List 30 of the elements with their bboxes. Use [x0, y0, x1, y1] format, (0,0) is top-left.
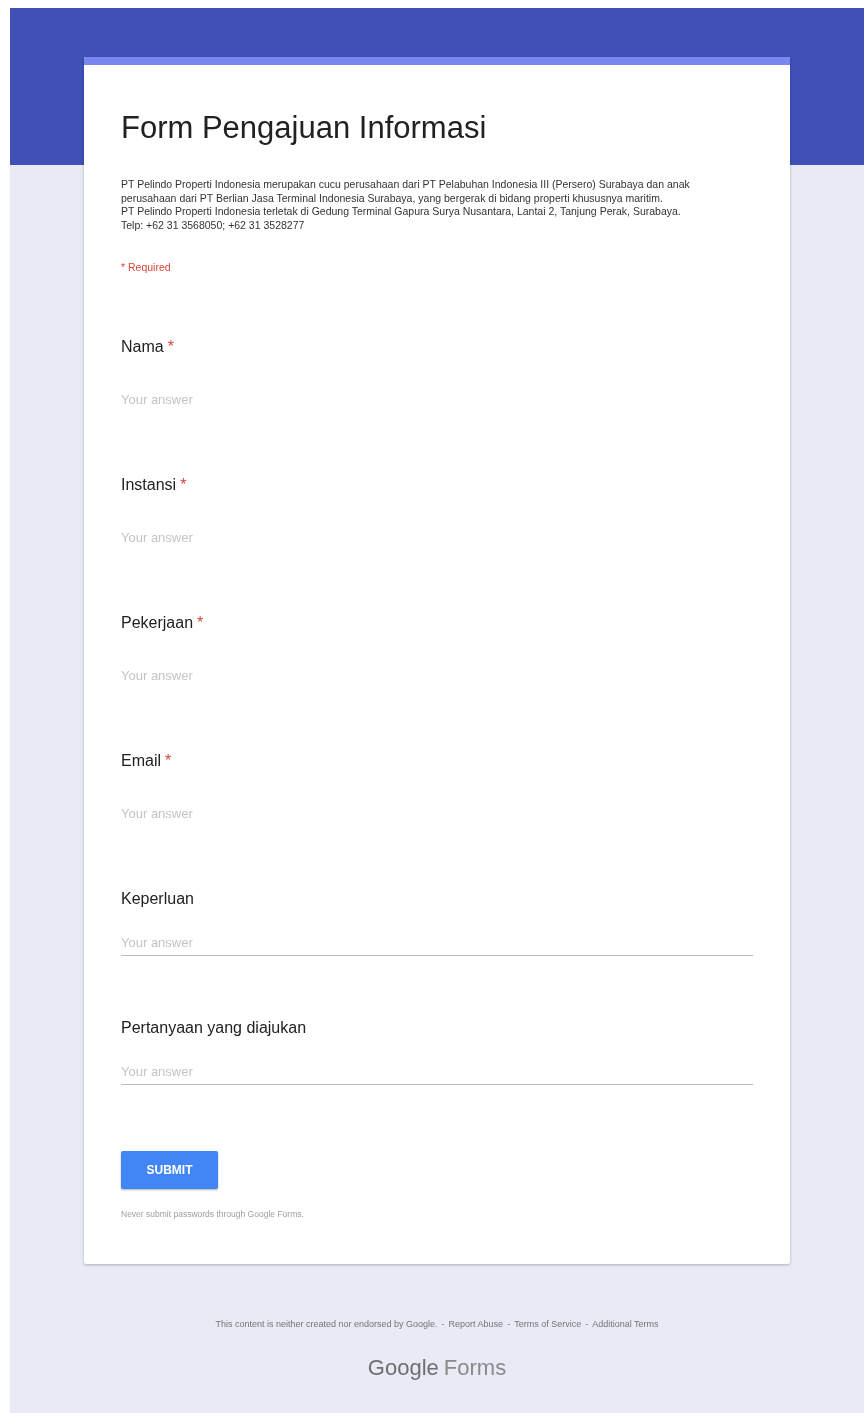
password-note: Never submit passwords through Google Forms.	[121, 1209, 305, 1219]
answer-field[interactable]: Your answer	[121, 386, 753, 413]
footer-link[interactable]: Additional Terms	[592, 1319, 659, 1329]
product-name: Forms	[443, 1355, 507, 1380]
field-label: Email	[121, 752, 161, 769]
disclaimer-text: This content is neither created nor endorsed by Google.	[215, 1319, 438, 1329]
required-mark: *	[180, 476, 187, 493]
answer-field[interactable]: Your answer	[121, 800, 753, 827]
separator: -	[507, 1319, 511, 1329]
brand-logo: Google	[367, 1355, 439, 1380]
answer-field[interactable]: Your answer	[121, 662, 753, 689]
required-note: * Required	[121, 260, 172, 275]
answer-field[interactable]: Your answer	[121, 524, 753, 551]
separator: -	[441, 1319, 445, 1329]
submit-button[interactable]: SUBMIT	[121, 1151, 218, 1189]
field-label: Pertanyaan yang diajukan	[121, 1019, 307, 1036]
field-label: Pekerjaan	[121, 614, 194, 631]
field-label: Keperluan	[121, 890, 194, 907]
required-mark: *	[197, 614, 204, 631]
required-mark: *	[165, 752, 172, 769]
required-mark: *	[167, 338, 174, 355]
field-label: Instansi	[121, 476, 177, 493]
separator: -	[585, 1319, 589, 1329]
form-title: Form Pengajuan Informasi	[121, 109, 488, 147]
field-label: Nama	[121, 338, 164, 355]
answer-field[interactable]: Your answer	[121, 929, 753, 956]
answer-field[interactable]: Your answer	[121, 1058, 753, 1085]
form-description: PT Pelindo Properti Indonesia merupakan cucu perusahaan dari PT Pelabuhan Indonesia III (Persero) Surabaya dan anak perusahaan dari PT Berlian Jasa Terminal Indonesia Surabaya, yang bergerak di bidang properti khususnya maritim. PT Pelindo Properti Indonesia terletak di Gedung Terminal Gapura Surya Nusantara, Lantai 2, Tanjung Perak, Surabaya. Telp: +62 31 3568050; +62 31 3528277	[121, 178, 691, 232]
footer-link[interactable]: Terms of Service	[514, 1319, 582, 1329]
footer-link[interactable]: Report Abuse	[448, 1319, 504, 1329]
